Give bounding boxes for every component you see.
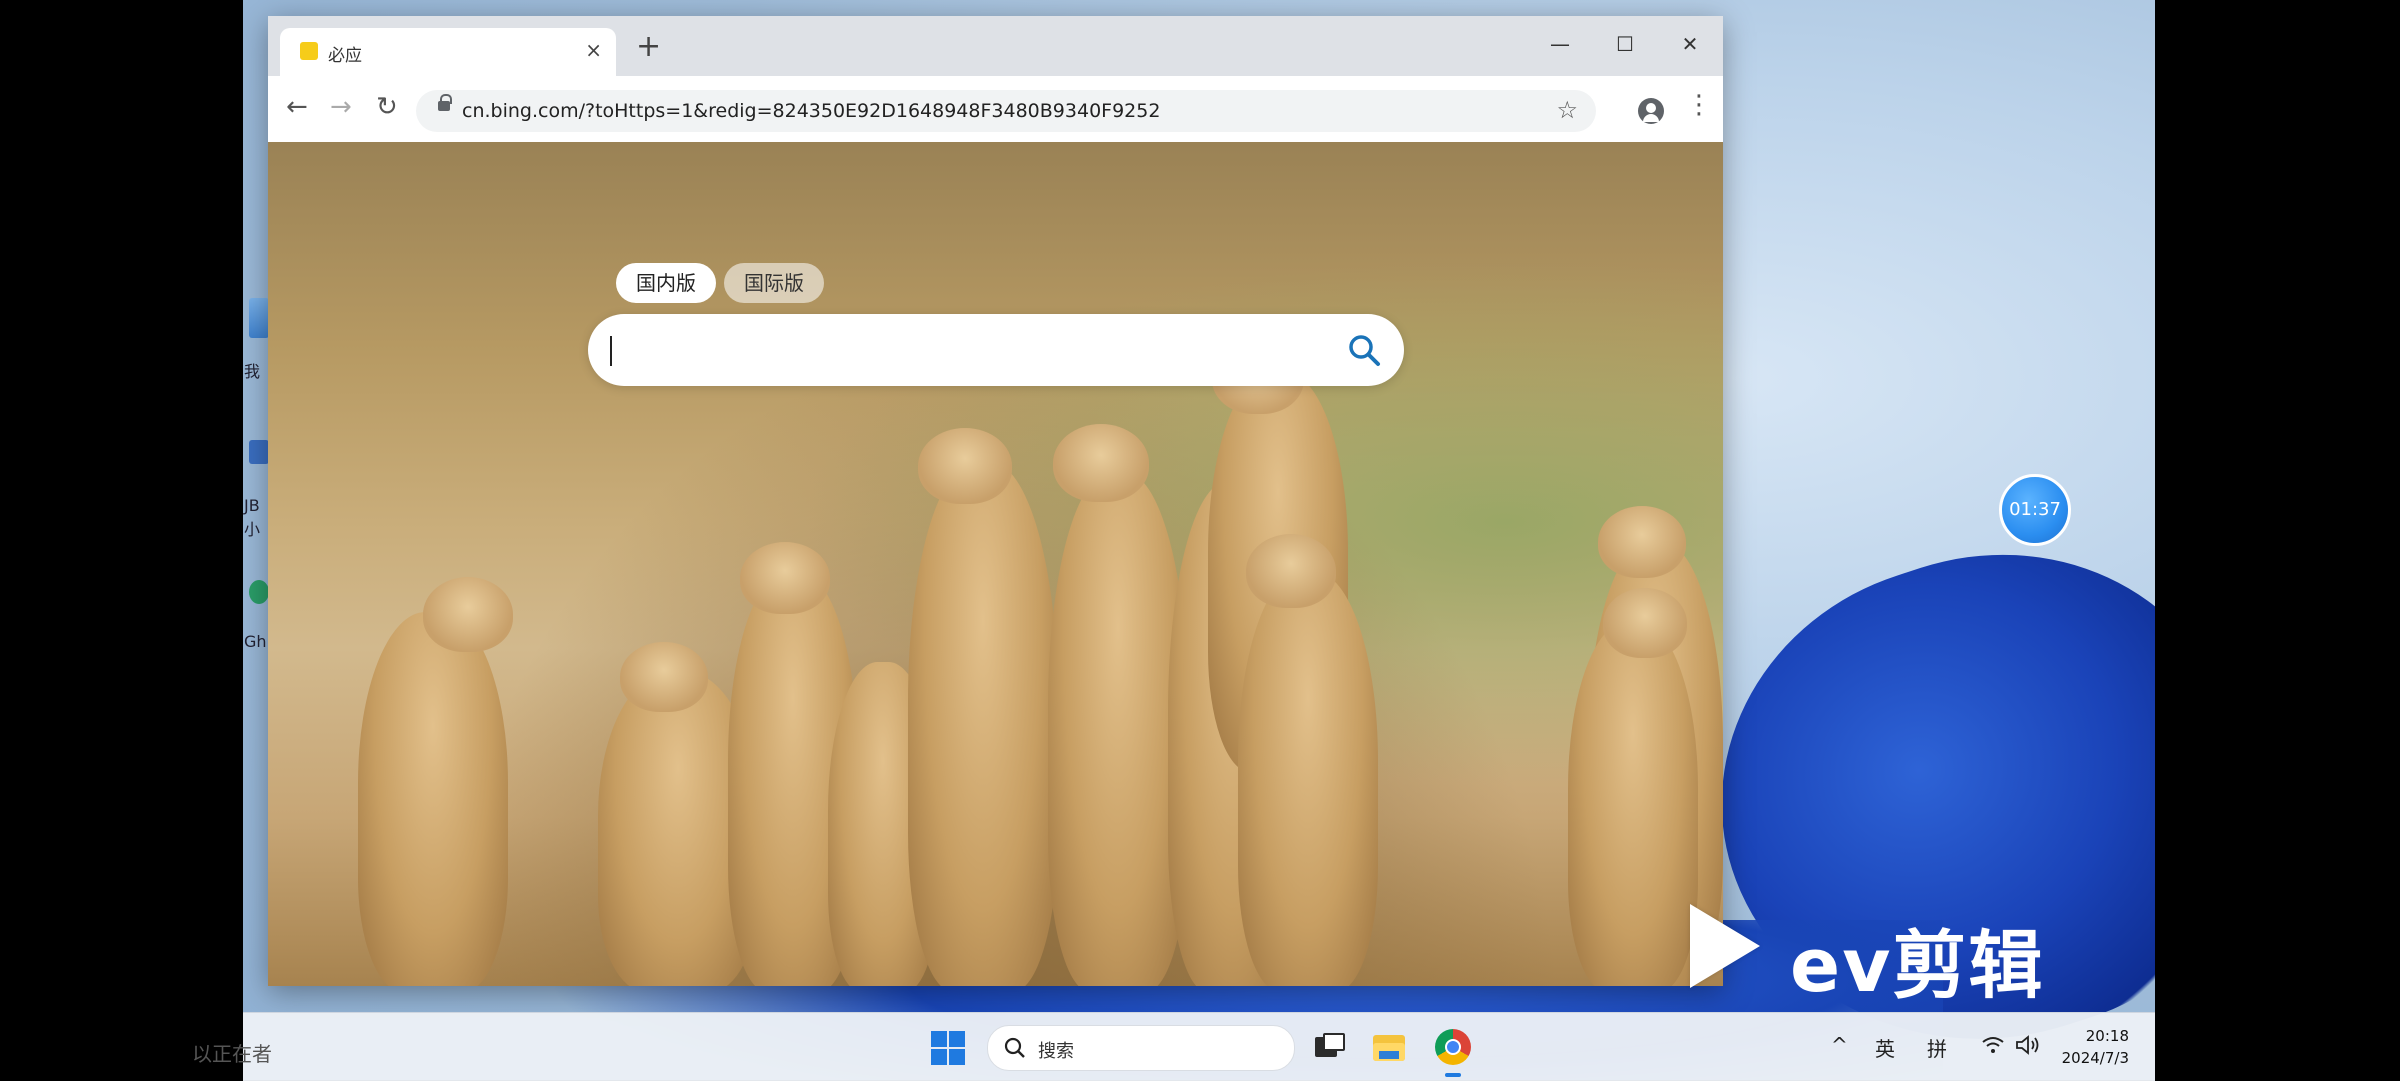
watermark-text: ev剪辑 bbox=[1790, 923, 2045, 1009]
desktop-icon[interactable] bbox=[249, 580, 269, 604]
desktop-icon[interactable] bbox=[249, 440, 269, 464]
chrome-icon[interactable] bbox=[1435, 1029, 1471, 1077]
new-tab-button[interactable]: + bbox=[636, 32, 661, 62]
desktop-icon-label: JB bbox=[244, 496, 260, 515]
wifi-icon[interactable] bbox=[1981, 1035, 2005, 1055]
desktop-icon-label: 小 bbox=[244, 520, 261, 539]
browser-menu-button[interactable]: ⋮ bbox=[1686, 92, 1712, 118]
title-bar[interactable]: 必应 × + — ☐ ✕ bbox=[268, 16, 1723, 76]
volume-icon[interactable] bbox=[2015, 1035, 2041, 1055]
market-tab-international[interactable]: 国际版 bbox=[724, 263, 824, 303]
windows-start-icon[interactable] bbox=[931, 1031, 965, 1065]
input-language-indicator[interactable]: 英 bbox=[1875, 1033, 1895, 1062]
search-icon[interactable] bbox=[1346, 332, 1382, 368]
recording-timer[interactable]: 01:37 bbox=[1999, 474, 2071, 546]
profile-avatar-icon[interactable] bbox=[1638, 98, 1664, 124]
back-button[interactable]: ← bbox=[286, 94, 308, 120]
play-icon bbox=[1690, 904, 1760, 988]
clock-date: 2024/7/3 bbox=[2061, 1049, 2129, 1067]
taskbar: 搜索 ^ 英 拼 20:18 2024/7/3 bbox=[243, 1012, 2155, 1081]
search-icon bbox=[1004, 1037, 1025, 1058]
taskbar-search-label: 搜索 bbox=[1038, 1041, 1074, 1062]
reload-button[interactable]: ↻ bbox=[376, 94, 398, 120]
desktop-icon-label: 我 bbox=[244, 362, 261, 381]
desktop-icon-label: Gh bbox=[244, 632, 267, 651]
forward-button[interactable]: → bbox=[330, 94, 352, 120]
recording-status: 以正在者 bbox=[192, 1042, 272, 1066]
minimize-button[interactable]: — bbox=[1540, 26, 1580, 62]
task-view-icon[interactable] bbox=[1309, 1029, 1345, 1065]
clock-time: 20:18 bbox=[2085, 1027, 2129, 1045]
address-bar[interactable]: cn.bing.com/?toHttps=1&redig=824350E92D1… bbox=[416, 90, 1596, 132]
browser-tab[interactable]: 必应 × bbox=[280, 28, 616, 76]
browser-toolbar: ← → ↻ cn.bing.com/?toHttps=1&redig=82435… bbox=[268, 76, 1723, 143]
bookmark-star-icon[interactable]: ☆ bbox=[1556, 96, 1578, 124]
url-text[interactable]: cn.bing.com/?toHttps=1&redig=824350E92D1… bbox=[462, 100, 1160, 122]
taskbar-search[interactable]: 搜索 bbox=[987, 1025, 1295, 1071]
lock-icon[interactable] bbox=[438, 94, 452, 111]
taskbar-clock[interactable]: 20:18 2024/7/3 bbox=[2062, 1025, 2129, 1069]
tab-title: 必应 bbox=[328, 46, 362, 66]
close-window-button[interactable]: ✕ bbox=[1670, 26, 1710, 62]
market-tab-domestic[interactable]: 国内版 bbox=[616, 263, 716, 303]
market-tabs: 国内版 国际版 bbox=[616, 263, 832, 303]
file-explorer-icon[interactable] bbox=[1371, 1029, 1407, 1065]
bing-favicon-icon bbox=[300, 42, 318, 60]
tab-close-icon[interactable]: × bbox=[585, 38, 602, 62]
desktop-icon[interactable] bbox=[249, 298, 269, 338]
maximize-button[interactable]: ☐ bbox=[1605, 26, 1645, 62]
ime-mode-indicator[interactable]: 拼 bbox=[1927, 1033, 1947, 1062]
browser-window: 必应 × + — ☐ ✕ ← → ↻ cn.bing.com/?toHttps=… bbox=[268, 16, 1723, 986]
text-caret bbox=[610, 336, 612, 366]
bing-homepage: 国内版 国际版 bbox=[268, 142, 1723, 986]
bing-search-box[interactable] bbox=[588, 314, 1404, 386]
tray-overflow-icon[interactable]: ^ bbox=[1831, 1033, 1848, 1057]
